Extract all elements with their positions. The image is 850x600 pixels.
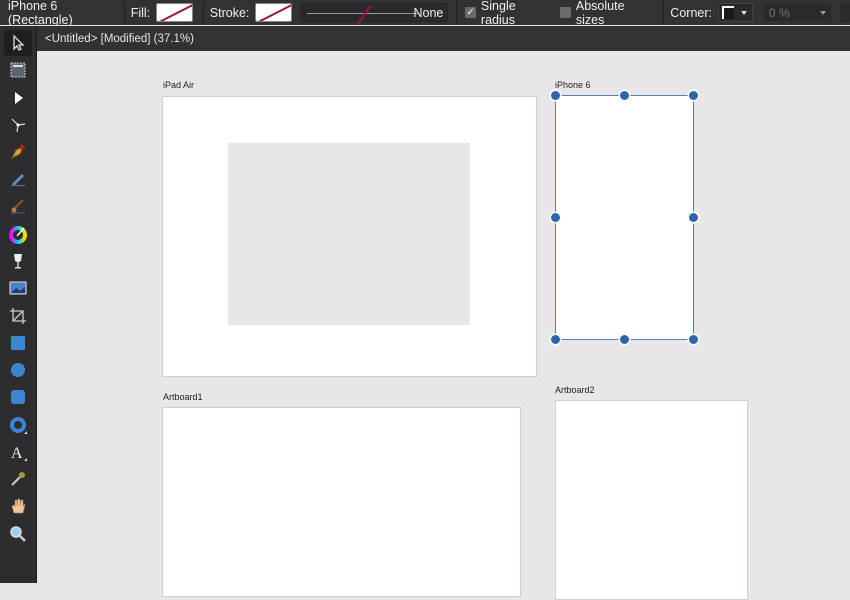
corner-type-icon	[721, 6, 734, 19]
view-tool[interactable]	[4, 493, 32, 519]
corner-type-dropdown[interactable]	[717, 3, 753, 22]
single-radius-label: Single radius	[480, 0, 516, 27]
fill-label: Fill:	[130, 5, 151, 20]
chevron-down-icon	[820, 10, 827, 15]
chevron-down-icon	[740, 10, 747, 15]
ellipse-tool[interactable]	[4, 357, 32, 383]
wine-glass-icon	[14, 254, 22, 269]
corner-tool-icon	[11, 118, 26, 133]
rectangle-tool[interactable]	[4, 330, 32, 356]
stroke-label: Stroke:	[209, 5, 250, 20]
corner-radius-value: 0 %	[768, 5, 790, 20]
resize-handle-left[interactable]	[551, 213, 560, 222]
fill-tool[interactable]	[4, 221, 32, 247]
fill-swatch[interactable]	[156, 3, 193, 22]
text-icon: A	[11, 445, 27, 462]
absolute-sizes-checkbox[interactable]: Absolute sizes	[560, 0, 653, 27]
svg-text:A: A	[11, 445, 23, 462]
artboard-label-ipad-air[interactable]: iPad Air	[163, 80, 194, 90]
resize-handle-top-right[interactable]	[689, 91, 698, 100]
node-arrow-icon	[15, 92, 23, 104]
crop-icon	[10, 308, 26, 324]
hand-icon	[11, 498, 26, 514]
divider	[202, 1, 204, 24]
corner-tool[interactable]	[4, 112, 32, 138]
resize-handle-bottom-right[interactable]	[689, 335, 698, 344]
checkbox-unchecked-icon[interactable]	[560, 7, 571, 18]
image-icon	[9, 281, 27, 295]
stroke-swatch[interactable]	[255, 3, 293, 22]
single-radius-checkbox[interactable]: ✓ Single radius	[465, 0, 550, 27]
divider	[123, 1, 125, 24]
node-tool[interactable]	[4, 85, 32, 111]
none-slash-icon	[356, 5, 371, 25]
stroke-style-dropdown[interactable]: None	[300, 3, 449, 25]
resize-handle-top[interactable]	[620, 91, 629, 100]
rounded-rectangle-icon	[11, 390, 25, 404]
document-tab[interactable]: <Untitled> [Modified] (37.1%)	[37, 26, 850, 51]
artboard-icon	[10, 62, 26, 78]
ellipse-icon	[11, 363, 25, 377]
canvas[interactable]: iPad Air iPhone 6 Artboard1 Artboard2	[37, 51, 850, 600]
rounded-rectangle-tool[interactable]	[4, 384, 32, 410]
text-tool[interactable]: A	[4, 439, 32, 465]
eyedropper-icon	[11, 472, 25, 486]
artboard-label-artboard1[interactable]: Artboard1	[163, 392, 203, 402]
corner-radius-field[interactable]: 0 %	[762, 3, 833, 22]
pencil-icon	[10, 174, 26, 187]
resize-handle-bottom-left[interactable]	[551, 335, 560, 344]
selection-title: iPhone 6 (Rectangle)	[8, 0, 73, 27]
resize-handle-bottom[interactable]	[620, 335, 629, 344]
place-image-tool[interactable]	[4, 275, 32, 301]
divider	[663, 1, 665, 24]
zoom-tool[interactable]	[4, 521, 32, 547]
resize-handle-top-left[interactable]	[551, 91, 560, 100]
pen-nib-icon	[10, 144, 26, 160]
placeholder-rectangle[interactable]	[228, 143, 470, 325]
donut-icon	[10, 417, 27, 434]
color-picker-tool[interactable]	[4, 466, 32, 492]
context-toolbar: iPhone 6 (Rectangle) Fill: Stroke: None …	[0, 0, 850, 27]
pen-tool[interactable]	[4, 139, 32, 165]
vector-brush-tool[interactable]	[4, 193, 32, 219]
artboard-tool[interactable]	[4, 57, 32, 83]
artboard-artboard1[interactable]	[162, 407, 521, 597]
artboard-artboard2[interactable]	[555, 400, 748, 600]
color-wheel-icon	[9, 226, 27, 244]
artboard-label-iphone-6[interactable]: iPhone 6	[555, 80, 591, 90]
artboard-label-artboard2[interactable]: Artboard2	[555, 385, 595, 395]
document-title: <Untitled> [Modified] (37.1%)	[45, 32, 194, 45]
corner-label: Corner:	[670, 5, 712, 20]
divider	[456, 1, 458, 24]
pencil-tool[interactable]	[4, 166, 32, 192]
checkbox-checked-icon[interactable]: ✓	[465, 7, 476, 18]
move-arrow-icon	[13, 34, 25, 51]
magnifier-icon	[10, 526, 26, 542]
tools-panel: A	[0, 26, 37, 583]
absolute-sizes-label: Absolute sizes	[575, 0, 625, 27]
artboard-ipad-air[interactable]	[162, 96, 537, 377]
donut-tool[interactable]	[4, 412, 32, 438]
move-tool[interactable]	[4, 30, 32, 56]
brush-icon	[10, 199, 26, 215]
transparency-tool[interactable]	[4, 248, 32, 274]
toolbar-overflow[interactable]	[840, 3, 850, 22]
rectangle-icon	[11, 336, 25, 350]
selection-bounding-box	[555, 95, 694, 340]
stroke-style-value: None	[413, 5, 444, 20]
crop-tool[interactable]	[4, 303, 32, 329]
resize-handle-right[interactable]	[689, 213, 698, 222]
